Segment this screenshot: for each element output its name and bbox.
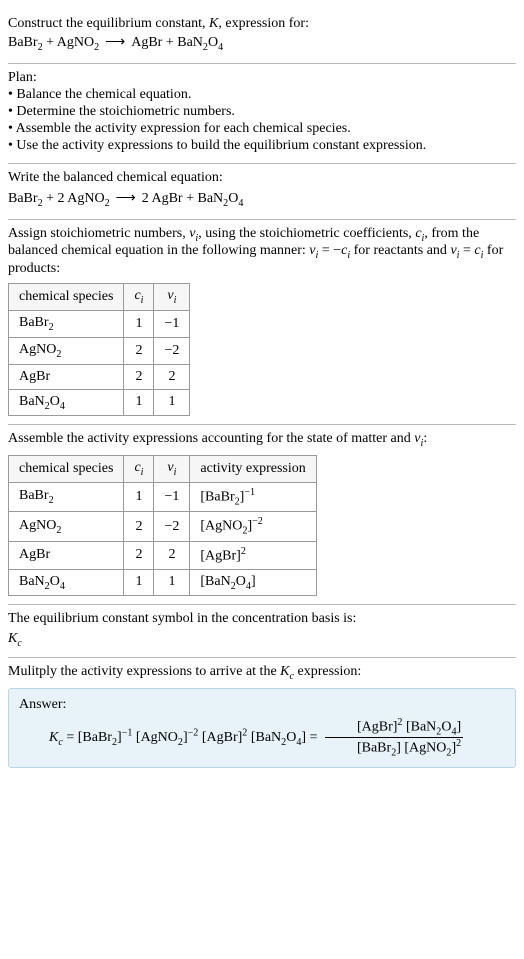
reactant-agno2: AgNO2 <box>57 35 99 50</box>
unbalanced-equation: BaBr2 + AgNO2⟶AgBr + BaN2O4 <box>8 34 516 53</box>
cell-activity: [BaBr2]−1 <box>190 482 316 511</box>
table-row: AgBr 2 2 [AgBr]2 <box>9 541 317 569</box>
cell-nui: 2 <box>154 541 190 569</box>
col-nui: νi <box>154 456 190 483</box>
kc-fraction: [AgBr]2 [BaN2O4] [BaBr2] [AgNO2]2 <box>321 717 467 759</box>
intro-text-a: Construct the equilibrium constant, <box>8 16 209 31</box>
cell-ci: 2 <box>124 512 154 541</box>
cell-nui: −1 <box>154 482 190 511</box>
col-species: chemical species <box>9 284 124 311</box>
fraction-numerator: [AgBr]2 [BaN2O4] <box>325 717 463 738</box>
balanced-header: Write the balanced chemical equation: <box>8 170 516 186</box>
cell-nui: 1 <box>154 389 190 416</box>
intro-section: Construct the equilibrium constant, K, e… <box>8 8 516 64</box>
answer-label: Answer: <box>19 697 505 713</box>
plan-bullet-4: • Use the activity expressions to build … <box>8 138 516 154</box>
plan-bullet-3: • Assemble the activity expression for e… <box>8 121 516 137</box>
table-header-row: chemical species ci νi activity expressi… <box>9 456 317 483</box>
cell-species: BaBr2 <box>9 310 124 337</box>
plan-bullet-1: • Balance the chemical equation. <box>8 87 516 103</box>
stoich-table-1: chemical species ci νi BaBr2 1 −1 AgNO2 … <box>8 283 190 416</box>
reaction-arrow-icon: ⟶ <box>110 191 142 206</box>
col-nui: νi <box>154 284 190 311</box>
answer-box: Answer: Kc = [BaBr2]−1 [AgNO2]−2 [AgBr]2… <box>8 688 516 768</box>
cell-ci: 2 <box>124 541 154 569</box>
eqsym-text: The equilibrium constant symbol in the c… <box>8 611 516 627</box>
cell-nui: 2 <box>154 364 190 389</box>
cell-species: BaN2O4 <box>9 569 124 596</box>
product-ban2o4: BaN2O4 <box>177 35 223 50</box>
cell-nui: −2 <box>154 512 190 541</box>
cell-nui: −2 <box>154 337 190 364</box>
b-reactant-agno2: AgNO2 <box>67 191 109 206</box>
table-header-row: chemical species ci νi <box>9 284 190 311</box>
intro-text: Construct the equilibrium constant, K, e… <box>8 16 516 32</box>
eqsym-section: The equilibrium constant symbol in the c… <box>8 605 516 658</box>
cell-ci: 2 <box>124 337 154 364</box>
cell-species: AgBr <box>9 541 124 569</box>
table-row: AgNO2 2 −2 [AgNO2]−2 <box>9 512 317 541</box>
balanced-section: Write the balanced chemical equation: Ba… <box>8 164 516 220</box>
assemble-section: Assemble the activity expressions accoun… <box>8 425 516 605</box>
balanced-equation: BaBr2 + 2 AgNO2⟶2 AgBr + BaN2O4 <box>8 190 516 209</box>
reactant-babr2: BaBr2 <box>8 35 43 50</box>
assemble-text: Assemble the activity expressions accoun… <box>8 431 516 449</box>
cell-species: BaN2O4 <box>9 389 124 416</box>
col-ci: ci <box>124 456 154 483</box>
intro-text-b: , expression for: <box>218 16 309 31</box>
cell-ci: 1 <box>124 482 154 511</box>
product-agbr: AgBr <box>131 35 162 50</box>
table-row: BaN2O4 1 1 <box>9 389 190 416</box>
table-row: BaBr2 1 −1 [BaBr2]−1 <box>9 482 317 511</box>
col-species: chemical species <box>9 456 124 483</box>
multiply-section: Mulitply the activity expressions to arr… <box>8 658 516 776</box>
cell-ci: 1 <box>124 310 154 337</box>
b-product-agbr: AgBr <box>151 191 182 206</box>
multiply-text: Mulitply the activity expressions to arr… <box>8 664 516 682</box>
kc-symbol: Kc <box>8 631 516 649</box>
cell-ci: 2 <box>124 364 154 389</box>
reaction-arrow-icon: ⟶ <box>99 35 131 50</box>
b-product-ban2o4: BaN2O4 <box>197 191 243 206</box>
activity-table: chemical species ci νi activity expressi… <box>8 455 317 596</box>
table-row: AgBr 2 2 <box>9 364 190 389</box>
table-row: AgNO2 2 −2 <box>9 337 190 364</box>
fraction-denominator: [BaBr2] [AgNO2]2 <box>325 738 463 758</box>
assign-section: Assign stoichiometric numbers, νi, using… <box>8 220 516 426</box>
cell-species: BaBr2 <box>9 482 124 511</box>
cell-species: AgNO2 <box>9 512 124 541</box>
cell-activity: [AgBr]2 <box>190 541 316 569</box>
k-symbol: K <box>209 16 218 31</box>
plan-header: Plan: <box>8 70 516 86</box>
table-row: BaN2O4 1 1 [BaN2O4] <box>9 569 317 596</box>
plan-section: Plan: • Balance the chemical equation. •… <box>8 64 516 164</box>
cell-nui: −1 <box>154 310 190 337</box>
cell-ci: 1 <box>124 389 154 416</box>
col-ci: ci <box>124 284 154 311</box>
b-reactant-babr2: BaBr2 <box>8 191 43 206</box>
cell-activity: [BaN2O4] <box>190 569 316 596</box>
kc-expression: Kc = [BaBr2]−1 [AgNO2]−2 [AgBr]2 [BaN2O4… <box>19 717 505 759</box>
cell-nui: 1 <box>154 569 190 596</box>
assign-text: Assign stoichiometric numbers, νi, using… <box>8 226 516 278</box>
plan-bullet-2: • Determine the stoichiometric numbers. <box>8 104 516 120</box>
cell-activity: [AgNO2]−2 <box>190 512 316 541</box>
table-row: BaBr2 1 −1 <box>9 310 190 337</box>
cell-ci: 1 <box>124 569 154 596</box>
cell-species: AgNO2 <box>9 337 124 364</box>
col-activity: activity expression <box>190 456 316 483</box>
cell-species: AgBr <box>9 364 124 389</box>
